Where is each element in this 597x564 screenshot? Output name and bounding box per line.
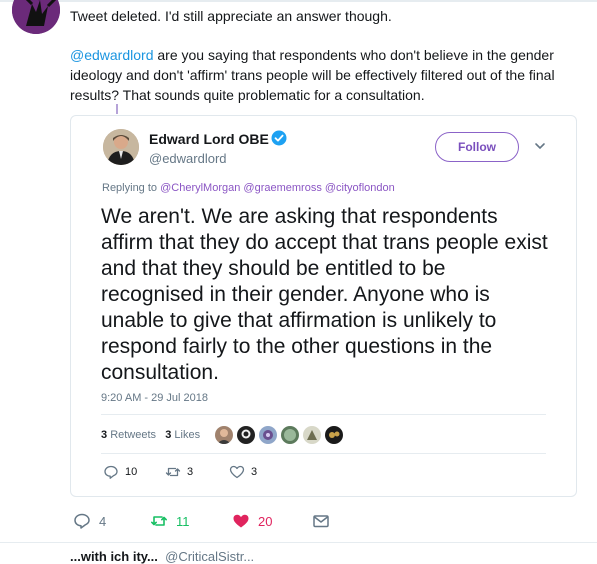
retweet-button[interactable]: 11 bbox=[150, 512, 190, 530]
quoted-timestamp[interactable]: 9:20 AM - 29 Jul 2018 bbox=[101, 392, 208, 404]
like-count: 20 bbox=[258, 513, 273, 529]
direct-message-button[interactable] bbox=[312, 512, 330, 530]
liker-avatar[interactable] bbox=[258, 425, 278, 445]
heart-filled-icon bbox=[233, 514, 249, 528]
retweet-icon bbox=[151, 516, 167, 526]
quoted-retweet-button[interactable]: 3 bbox=[165, 464, 193, 480]
liker-avatar[interactable] bbox=[324, 425, 344, 445]
liker-avatar[interactable] bbox=[214, 425, 234, 445]
quoted-tweet-card[interactable]: Edward Lord OBE @edwardlord Follow Reply… bbox=[70, 115, 577, 497]
thread-connector bbox=[116, 104, 118, 114]
retweet-count: 3 bbox=[187, 466, 194, 478]
tweet-status-line: Tweet deleted. I'd still appreciate an a… bbox=[70, 8, 392, 24]
quoted-like-button[interactable]: 3 bbox=[229, 464, 257, 480]
next-tweet-name[interactable]: ...with ich ity... bbox=[70, 549, 158, 564]
follow-button[interactable]: Follow bbox=[435, 132, 519, 162]
tweet-body: @edwardlord are you saying that responde… bbox=[70, 45, 580, 105]
avatar-image bbox=[215, 426, 233, 444]
heart-icon bbox=[229, 465, 245, 479]
divider bbox=[101, 414, 546, 415]
replying-to-prefix: Replying to bbox=[102, 182, 161, 194]
verified-badge-icon bbox=[271, 130, 287, 146]
quoted-author-handle[interactable]: @edwardlord bbox=[149, 151, 227, 166]
quoted-reply-button[interactable]: 10 bbox=[103, 464, 137, 480]
reply-icon bbox=[74, 513, 90, 529]
tweet-separator bbox=[0, 542, 597, 543]
avatar-image bbox=[237, 426, 255, 444]
retweets-label[interactable]: Retweets bbox=[110, 429, 156, 441]
replying-to-line: Replying to @CherylMorgan @graememross @… bbox=[102, 182, 395, 194]
author-avatar[interactable] bbox=[12, 0, 60, 34]
liker-avatar[interactable] bbox=[302, 425, 322, 445]
like-count[interactable]: 3 bbox=[165, 429, 171, 441]
avatar-image bbox=[12, 0, 60, 34]
reply-mention-link[interactable]: @graememross bbox=[243, 182, 321, 194]
quoted-author-avatar[interactable] bbox=[103, 129, 139, 165]
avatar-image bbox=[303, 426, 321, 444]
reply-count: 4 bbox=[99, 513, 107, 529]
mention-link[interactable]: @edwardlord bbox=[70, 47, 153, 63]
chevron-down-icon[interactable] bbox=[533, 139, 547, 153]
reply-mention-link[interactable]: @CherylMorgan bbox=[160, 182, 240, 194]
divider bbox=[101, 453, 546, 454]
quoted-author-name[interactable]: Edward Lord OBE bbox=[149, 131, 269, 147]
like-button[interactable]: 20 bbox=[232, 512, 272, 530]
engagement-stats: 3 Retweets 3 Likes bbox=[101, 429, 200, 441]
retweet-icon bbox=[165, 467, 181, 477]
avatar-image bbox=[281, 426, 299, 444]
reply-count: 10 bbox=[125, 466, 138, 478]
retweet-count[interactable]: 3 bbox=[101, 429, 107, 441]
liker-avatar[interactable] bbox=[280, 425, 300, 445]
envelope-icon bbox=[313, 515, 329, 528]
quoted-tweet-text: We aren't. We are asking that respondent… bbox=[101, 205, 548, 384]
likes-label[interactable]: Likes bbox=[174, 429, 200, 441]
retweet-count: 11 bbox=[176, 513, 190, 529]
liker-avatar[interactable] bbox=[236, 425, 256, 445]
reply-mention-link[interactable]: @cityoflondon bbox=[325, 182, 395, 194]
avatar-image bbox=[103, 129, 139, 165]
avatar-image bbox=[325, 426, 343, 444]
next-tweet-header[interactable]: ...with ich ity... @CriticalSistr... bbox=[70, 549, 254, 564]
next-tweet-handle[interactable]: @CriticalSistr... bbox=[165, 549, 254, 564]
reply-button[interactable]: 4 bbox=[73, 512, 106, 530]
like-count: 3 bbox=[251, 466, 258, 478]
reply-icon bbox=[104, 465, 118, 479]
top-edge bbox=[0, 0, 597, 2]
avatar-image bbox=[259, 426, 277, 444]
